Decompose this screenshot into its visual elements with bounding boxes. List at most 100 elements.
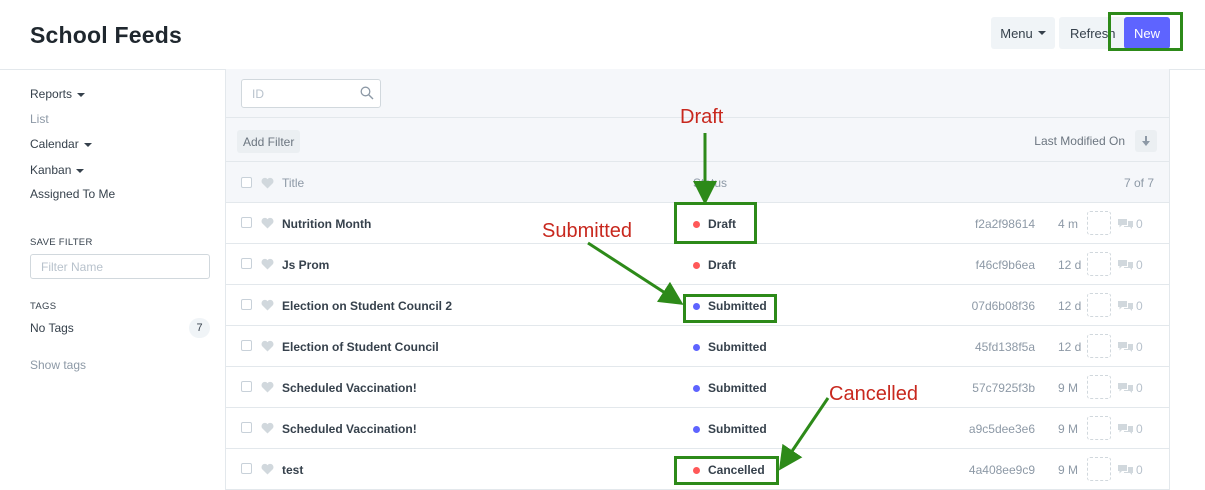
status-indicator-dot <box>693 262 700 269</box>
sidebar-item-kanban[interactable]: Kanban <box>30 163 85 177</box>
row-title[interactable]: Nutrition Month <box>282 217 371 231</box>
annotation-box-submitted <box>683 294 777 323</box>
record-count: 7 of 7 <box>1123 176 1154 190</box>
list-header: Title Status 7 of 7 <box>226 162 1169 203</box>
row-modified: 9 M <box>1058 463 1079 477</box>
tag-count-badge: 7 <box>189 318 210 338</box>
save-filter-heading: SAVE FILTER <box>30 237 93 248</box>
heart-icon[interactable] <box>261 299 274 311</box>
comment-count-value: 0 <box>1136 381 1143 395</box>
row-name: 45fd138f5a <box>974 340 1035 354</box>
row-checkbox[interactable] <box>241 381 252 392</box>
heart-icon[interactable] <box>261 381 274 393</box>
row-checkbox[interactable] <box>241 340 252 351</box>
annotation-box-new <box>1108 12 1183 51</box>
assignee-avatar-placeholder <box>1087 211 1111 235</box>
annotation-label-draft: Draft <box>680 106 724 128</box>
heart-icon[interactable] <box>261 422 274 434</box>
assignee-avatar-placeholder <box>1087 375 1111 399</box>
comment-icon <box>1118 383 1133 393</box>
sidebar-item-assigned-to-me[interactable]: Assigned To Me <box>30 187 115 201</box>
row-name: 57c7925f3b <box>972 381 1035 395</box>
id-search-input[interactable]: ID <box>241 79 381 108</box>
page-title: School Feeds <box>30 22 182 48</box>
row-title[interactable]: Js Prom <box>282 258 329 272</box>
comment-icon <box>1118 342 1133 352</box>
status-badge: Draft <box>708 258 737 272</box>
row-title[interactable]: Scheduled Vaccination! <box>282 381 417 395</box>
comment-count-value: 0 <box>1136 217 1143 231</box>
table-row[interactable]: Election of Student Council Submitted 45… <box>226 326 1169 367</box>
table-row[interactable]: Scheduled Vaccination! Submitted a9c5dee… <box>226 408 1169 449</box>
row-modified: 4 m <box>1058 217 1079 231</box>
heart-icon[interactable] <box>261 340 274 352</box>
row-modified: 12 d <box>1058 258 1082 272</box>
select-all-checkbox[interactable] <box>241 177 252 188</box>
assignee-avatar-placeholder <box>1087 293 1111 317</box>
comment-icon <box>1118 465 1133 475</box>
row-title[interactable]: Election on Student Council 2 <box>282 299 452 313</box>
heart-icon[interactable] <box>261 463 274 475</box>
status-indicator-dot <box>693 426 700 433</box>
row-name: f2a2f98614 <box>974 217 1035 231</box>
add-filter-button[interactable]: Add Filter <box>237 130 301 153</box>
row-name: a9c5dee3e6 <box>968 422 1035 436</box>
annotation-box-cancelled <box>674 456 779 485</box>
comment-count-value: 0 <box>1136 258 1143 272</box>
sidebar-item-label: Reports <box>30 87 73 101</box>
sidebar-item-calendar[interactable]: Calendar <box>30 137 92 151</box>
row-name: 4a408ee9c9 <box>968 463 1035 477</box>
row-title[interactable]: Scheduled Vaccination! <box>282 422 417 436</box>
comment-count-value: 0 <box>1136 299 1143 313</box>
comment-count: 0 <box>1118 258 1143 272</box>
sort-by-dropdown[interactable]: Last Modified On <box>1034 134 1125 148</box>
comment-count: 0 <box>1118 340 1143 354</box>
comment-count: 0 <box>1118 299 1143 313</box>
table-row[interactable]: Js Prom Draft f46cf9b6ea 12 d 0 <box>226 244 1169 285</box>
row-checkbox[interactable] <box>241 258 252 269</box>
tags-heading: TAGS <box>30 301 57 312</box>
status-indicator-dot <box>693 385 700 392</box>
menu-button[interactable]: Menu <box>991 17 1055 49</box>
sort-order-button[interactable] <box>1135 130 1157 152</box>
row-checkbox[interactable] <box>241 217 252 228</box>
row-title[interactable]: test <box>282 463 303 477</box>
row-name: 07d6b08f36 <box>971 299 1035 313</box>
status-badge: Submitted <box>708 340 767 354</box>
search-icon <box>360 86 374 100</box>
row-checkbox[interactable] <box>241 463 252 474</box>
status-indicator-dot <box>693 344 700 351</box>
comment-count: 0 <box>1118 422 1143 436</box>
no-tags-item[interactable]: No Tags <box>30 321 74 335</box>
heart-icon[interactable] <box>261 177 274 189</box>
column-title: Title <box>282 176 305 190</box>
search-placeholder: ID <box>252 87 264 101</box>
table-row[interactable]: Scheduled Vaccination! Submitted 57c7925… <box>226 367 1169 408</box>
annotation-label-cancelled: Cancelled <box>829 383 918 405</box>
status-badge: Submitted <box>708 422 767 436</box>
show-tags-link[interactable]: Show tags <box>30 358 86 372</box>
assignee-avatar-placeholder <box>1087 416 1111 440</box>
menu-label: Menu <box>1000 25 1033 41</box>
filter-name-input[interactable]: Filter Name <box>30 254 210 279</box>
row-modified: 9 M <box>1058 422 1079 436</box>
sidebar-item-list[interactable]: List <box>30 112 49 126</box>
sidebar-item-label: Kanban <box>30 163 72 177</box>
row-checkbox[interactable] <box>241 299 252 310</box>
heart-icon[interactable] <box>261 217 274 229</box>
sidebar-item-label: Assigned To Me <box>30 187 116 201</box>
sidebar-item-reports[interactable]: Reports <box>30 87 86 101</box>
comment-count: 0 <box>1118 463 1143 477</box>
comment-count-value: 0 <box>1136 463 1143 477</box>
comment-count: 0 <box>1118 217 1143 231</box>
caret-down-icon <box>1037 31 1046 35</box>
caret-down-icon <box>76 168 85 173</box>
row-title[interactable]: Election of Student Council <box>282 340 439 354</box>
row-modified: 9 M <box>1058 381 1079 395</box>
annotation-box-draft <box>674 202 757 244</box>
assignee-avatar-placeholder <box>1087 457 1111 481</box>
row-modified: 12 d <box>1058 299 1082 313</box>
assignee-avatar-placeholder <box>1087 252 1111 276</box>
heart-icon[interactable] <box>261 258 274 270</box>
row-checkbox[interactable] <box>241 422 252 433</box>
